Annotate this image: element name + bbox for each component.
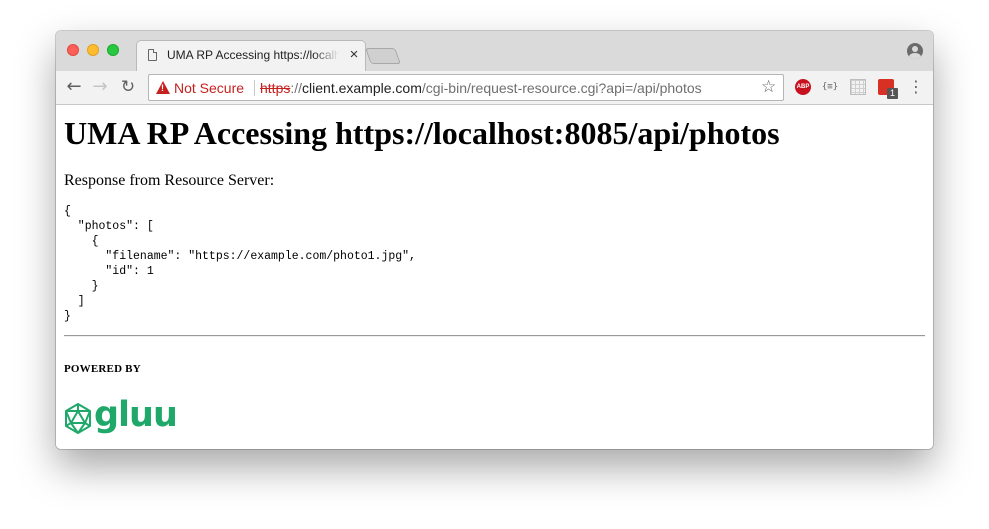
new-tab-button[interactable] [365,48,401,64]
page-title: UMA RP Accessing https://localhost:8085/… [64,115,780,151]
adblock-extension-icon[interactable]: ABP [795,79,811,95]
profile-icon[interactable] [907,43,923,59]
window-close-button[interactable] [67,44,79,56]
page-content: UMA RP Accessing https://localhost:8085/… [56,105,933,449]
powered-by-label: POWERED BY [64,363,141,375]
browser-menu-icon[interactable]: ⋮ [908,76,924,98]
address-bar[interactable]: ! Not Secure https://client.example.com/… [148,74,784,101]
browser-tab-active[interactable]: UMA RP Accessing https://localhost:8085/… [136,40,366,71]
response-json: { "photos": [ { "filename": "https://exa… [64,205,416,323]
horizontal-rule [64,335,925,337]
response-label: Response from Resource Server: [64,172,275,189]
url-path: /cgi-bin/request-resource.cgi?api=/api/p… [421,80,702,96]
page-icon [148,49,157,61]
browser-window: UMA RP Accessing https://localhost:8085/… [56,31,933,449]
url-scheme: https [260,80,291,96]
address-separator [254,80,255,96]
warning-triangle-icon[interactable]: ! [156,81,170,94]
window-minimize-button[interactable] [87,44,99,56]
forward-arrow-icon[interactable]: → [89,76,111,98]
grid-extension-icon[interactable] [850,79,866,95]
gluu-logo: gluu [63,395,178,440]
reload-icon[interactable]: ↻ [117,76,139,98]
window-maximize-button[interactable] [107,44,119,56]
tab-title: UMA RP Accessing https://localhost:8085/… [167,48,339,62]
gluu-wordmark: gluu [94,395,178,435]
tab-close-icon[interactable]: × [347,46,361,64]
extension-badge-count: 1 [887,88,898,99]
bookmark-star-icon[interactable]: ☆ [761,77,776,97]
tab-strip: UMA RP Accessing https://localhost:8085/… [56,31,933,71]
json-viewer-extension-icon[interactable]: {≡} [820,79,840,95]
url-scheme-separator: :// [290,80,303,96]
security-indicator[interactable]: Not Secure [174,80,244,96]
browser-toolbar: ← → ↻ ! Not Secure https://client.exampl… [56,71,933,105]
url-host: client.example.com [302,80,422,96]
back-arrow-icon[interactable]: ← [63,76,85,98]
url-text[interactable]: https://client.example.com/cgi-bin/reque… [260,80,702,96]
gluu-icosahedron-icon [65,403,91,434]
